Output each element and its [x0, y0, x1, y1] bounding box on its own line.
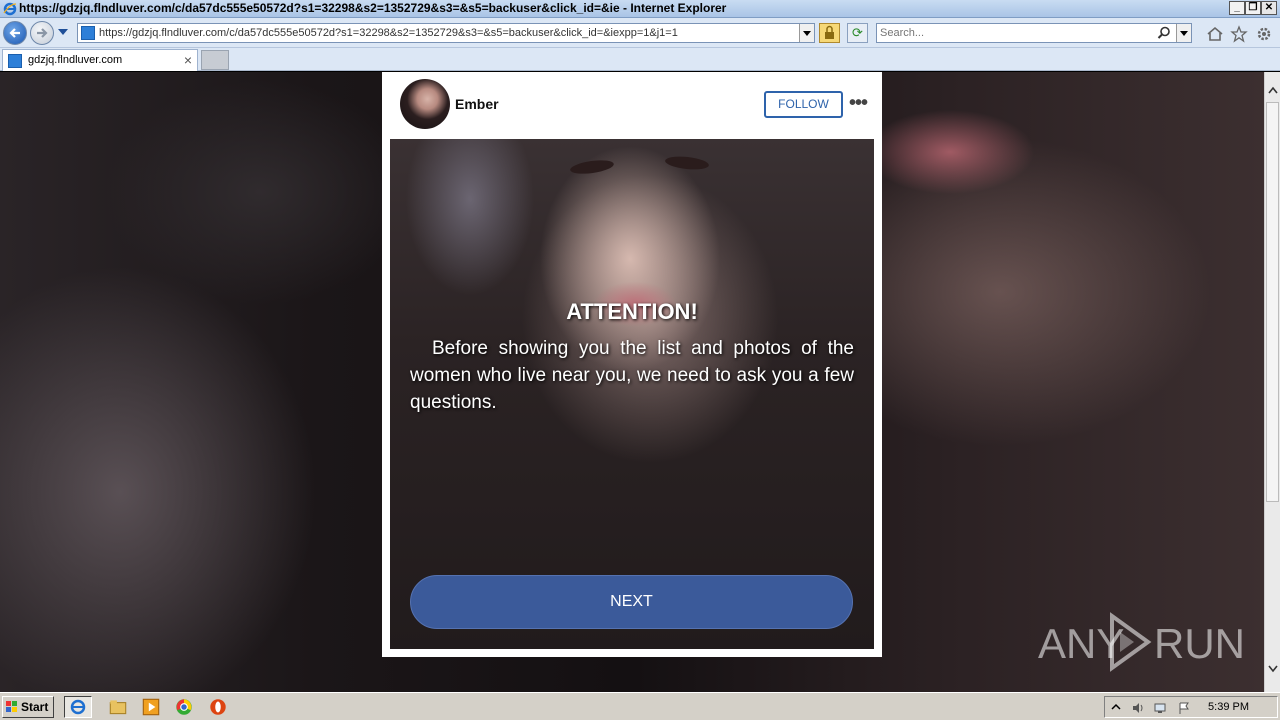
opera-icon[interactable] — [204, 696, 232, 718]
profile-photo: ATTENTION! Before showing you the list a… — [390, 139, 874, 649]
volume-icon[interactable] — [1131, 701, 1145, 715]
tab-label: gdzjq.flndluver.com — [28, 54, 123, 66]
windows-logo-icon — [6, 701, 17, 712]
tab-favicon-icon — [8, 54, 22, 68]
internet-explorer-icon — [3, 2, 17, 16]
clock[interactable]: 5:39 PM — [1208, 701, 1249, 713]
more-options-icon[interactable]: ••• — [849, 93, 868, 113]
anyrun-watermark: ANY RUN — [1038, 612, 1245, 672]
photo-eye-right — [664, 154, 710, 172]
tools-gear-icon[interactable] — [1255, 25, 1273, 43]
address-url[interactable]: https://gdzjq.flndluver.com/c/da57dc555e… — [99, 27, 799, 39]
window-title: https://gdzjq.flndluver.com/c/da57dc555e… — [19, 1, 727, 15]
back-arrow-icon — [9, 28, 20, 38]
scroll-up-arrow-icon[interactable] — [1268, 86, 1278, 94]
security-lock-icon[interactable] — [819, 23, 840, 43]
taskbar: Start 5:39 PM — [0, 692, 1280, 720]
follow-button[interactable]: FOLLOW — [764, 91, 843, 118]
show-hidden-icons-icon[interactable] — [1109, 701, 1123, 715]
favorites-star-icon[interactable] — [1230, 25, 1248, 43]
restore-button[interactable]: ❐ — [1245, 1, 1261, 15]
window-titlebar: https://gdzjq.flndluver.com/c/da57dc555e… — [0, 0, 1280, 18]
taskbar-internet-explorer[interactable] — [64, 696, 92, 718]
back-button[interactable] — [3, 21, 27, 45]
photo-eye-left — [569, 157, 615, 177]
avatar — [400, 79, 450, 129]
media-player-icon[interactable] — [137, 696, 165, 718]
search-icon[interactable] — [1157, 26, 1171, 40]
scroll-down-arrow-icon[interactable] — [1268, 665, 1278, 673]
action-center-flag-icon[interactable] — [1177, 701, 1191, 715]
search-input[interactable] — [880, 26, 1150, 40]
network-icon[interactable] — [1153, 701, 1167, 715]
start-label: Start — [21, 700, 49, 714]
play-triangle-icon — [1110, 612, 1152, 672]
search-provider-dropdown[interactable] — [1176, 24, 1191, 42]
system-tray: 5:39 PM — [1104, 696, 1278, 718]
navigation-bar: https://gdzjq.flndluver.com/c/da57dc555e… — [0, 18, 1280, 48]
new-tab-button[interactable] — [201, 50, 229, 70]
profile-card: Ember FOLLOW ••• ATTENTION! Before showi… — [382, 72, 882, 657]
forward-button[interactable] — [30, 21, 54, 45]
start-button[interactable]: Start — [2, 696, 54, 718]
attention-message: Before showing you the list and photos o… — [410, 338, 854, 413]
search-box[interactable] — [876, 23, 1192, 43]
close-window-button[interactable]: ✕ — [1261, 1, 1277, 15]
profile-username[interactable]: Ember — [455, 96, 499, 112]
tab-gdzjq[interactable]: gdzjq.flndluver.com × — [2, 49, 198, 71]
watermark-run: RUN — [1154, 620, 1245, 667]
refresh-button[interactable]: ⟳ — [847, 23, 868, 43]
minimize-button[interactable]: _ — [1229, 1, 1245, 15]
vertical-scrollbar[interactable] — [1264, 72, 1280, 692]
internet-explorer-icon — [70, 699, 86, 715]
tab-close-icon[interactable]: × — [184, 52, 192, 68]
site-favicon-icon — [81, 26, 95, 40]
attention-heading: ATTENTION! — [566, 299, 698, 324]
chrome-icon[interactable] — [170, 696, 198, 718]
recent-pages-dropdown[interactable] — [58, 29, 68, 35]
forward-arrow-icon — [37, 28, 48, 38]
home-icon[interactable] — [1206, 25, 1224, 43]
page-content: Ember FOLLOW ••• ATTENTION! Before showi… — [0, 72, 1264, 692]
file-explorer-icon[interactable] — [104, 696, 132, 718]
next-button[interactable]: NEXT — [410, 575, 853, 629]
scroll-thumb[interactable] — [1266, 102, 1279, 502]
tab-bar: gdzjq.flndluver.com × — [0, 48, 1280, 71]
address-bar[interactable]: https://gdzjq.flndluver.com/c/da57dc555e… — [77, 23, 815, 43]
address-dropdown-button[interactable] — [799, 24, 814, 42]
